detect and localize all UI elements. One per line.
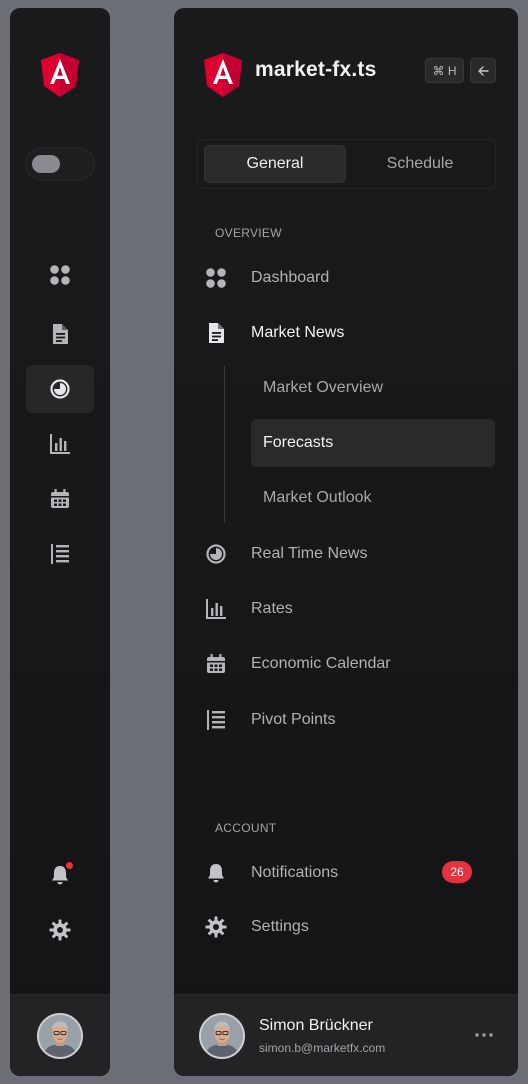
rail-rates-button[interactable]: [26, 420, 94, 468]
nav-item-pivot-points[interactable]: Pivot Points: [205, 702, 495, 738]
shortcut-hint: ⌘ H: [425, 58, 464, 83]
angular-logo-icon[interactable]: [41, 53, 79, 97]
nav-item-market-news[interactable]: Market News: [205, 315, 495, 351]
list-icon: [49, 543, 71, 565]
subnav-item-market-overview[interactable]: Market Overview: [251, 364, 495, 412]
gear-icon: [205, 916, 227, 938]
nav-item-label: Settings: [251, 918, 309, 935]
toggle-knob: [32, 155, 60, 173]
subnav-item-market-outlook[interactable]: Market Outlook: [251, 474, 495, 522]
collapsed-sidebar: [10, 8, 110, 1076]
rail-market-news-button[interactable]: [26, 310, 94, 358]
tab-general[interactable]: General: [204, 145, 346, 183]
avatar[interactable]: [37, 1012, 83, 1059]
grid-icon: [205, 267, 227, 289]
pie-clock-icon: [205, 543, 227, 565]
nav-item-label: Dashboard: [251, 269, 330, 286]
nav-item-real-time-news[interactable]: Real Time News: [205, 536, 495, 572]
section-label-overview: OVERVIEW: [215, 226, 282, 240]
grid-icon: [49, 264, 71, 286]
bar-chart-icon: [205, 598, 227, 620]
pie-clock-icon: [49, 378, 71, 400]
rail-real-time-news-button[interactable]: [26, 365, 94, 413]
subnav-item-forecasts[interactable]: Forecasts: [251, 419, 495, 467]
calendar-icon: [49, 488, 71, 510]
app-title: market-fx.ts: [255, 58, 377, 81]
calendar-icon: [205, 653, 227, 675]
nav-item-label: Economic Calendar: [251, 655, 391, 672]
more-options-button[interactable]: [470, 1025, 498, 1045]
nav-item-label: Notifications: [251, 864, 339, 881]
nav-item-settings[interactable]: Settings: [205, 909, 495, 945]
nav-item-dashboard[interactable]: Dashboard: [205, 260, 495, 296]
nav-item-economic-calendar[interactable]: Economic Calendar: [205, 646, 495, 682]
nav-item-notifications[interactable]: Notifications 26: [205, 855, 495, 891]
section-label-account: ACCOUNT: [215, 821, 277, 835]
rail-settings-button[interactable]: [26, 906, 94, 954]
more-dots-icon: [475, 1033, 493, 1037]
rail-pivot-points-button[interactable]: [26, 530, 94, 578]
theme-toggle[interactable]: [25, 147, 95, 181]
tab-schedule[interactable]: Schedule: [348, 145, 492, 183]
list-icon: [205, 709, 227, 731]
user-profile-area: Simon Brückner simon.b@marketfx.com: [174, 994, 518, 1076]
nav-item-label: Pivot Points: [251, 711, 336, 728]
gear-icon: [49, 919, 71, 941]
notification-dot: [66, 862, 73, 869]
bell-icon: [205, 862, 227, 884]
nav-item-label: Market News: [251, 324, 345, 341]
expanded-sidebar: market-fx.ts ⌘ H General Schedule OVERVI…: [174, 8, 518, 1076]
angular-logo-icon[interactable]: [204, 53, 242, 97]
arrow-left-icon: [478, 65, 489, 76]
bar-chart-icon: [49, 433, 71, 455]
user-email: simon.b@marketfx.com: [259, 1041, 386, 1055]
submenu-guide-line: [224, 366, 225, 523]
nav-item-rates[interactable]: Rates: [205, 591, 495, 627]
collapse-sidebar-button[interactable]: [470, 58, 496, 83]
rail-economic-calendar-button[interactable]: [26, 475, 94, 523]
rail-user-area: [10, 994, 110, 1076]
avatar[interactable]: [199, 1013, 245, 1059]
rail-notifications-button[interactable]: [26, 851, 94, 899]
rail-dashboard-button[interactable]: [26, 251, 94, 299]
tab-bar: General Schedule: [197, 139, 496, 189]
nav-item-label: Rates: [251, 600, 293, 617]
user-name: Simon Brückner: [259, 1017, 373, 1034]
document-icon: [49, 323, 71, 345]
notification-count-badge: 26: [442, 861, 472, 883]
nav-item-label: Real Time News: [251, 545, 368, 562]
document-icon: [205, 322, 227, 344]
